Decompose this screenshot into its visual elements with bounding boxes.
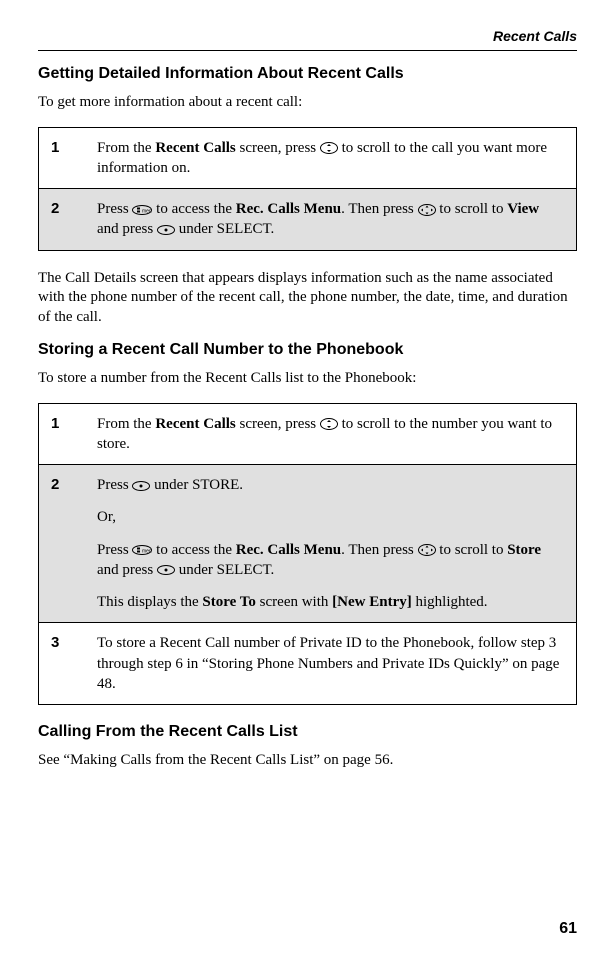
step-text: To store a Recent Call number of Private…: [85, 623, 577, 705]
dot-icon: [157, 225, 175, 235]
table-row: 3 To store a Recent Call number of Priva…: [39, 623, 577, 705]
nav-icon: [418, 204, 436, 216]
running-header: Recent Calls: [38, 28, 577, 44]
step-number: 1: [39, 127, 86, 189]
step-number: 2: [39, 465, 86, 623]
step-text: Press to access the Rec. Calls Menu. The…: [85, 189, 577, 251]
step-text: From the Recent Calls screen, press to s…: [85, 403, 577, 465]
menu-icon: [132, 205, 152, 215]
step-number: 1: [39, 403, 86, 465]
steps-table-2: 1 From the Recent Calls screen, press to…: [38, 403, 577, 706]
scroll-icon: [320, 142, 338, 154]
section-3-body: See “Making Calls from the Recent Calls …: [38, 751, 577, 771]
page: Recent Calls Getting Detailed Informatio…: [0, 0, 615, 771]
section-intro-2: To store a number from the Recent Calls …: [38, 369, 577, 389]
header-rule: [38, 50, 577, 51]
page-number: 61: [559, 920, 577, 938]
section-heading-1: Getting Detailed Information About Recen…: [38, 65, 577, 83]
step-text: Press under STORE. Or, Press to access t…: [85, 465, 577, 623]
section-heading-3: Calling From the Recent Calls List: [38, 723, 577, 741]
section-intro-1: To get more information about a recent c…: [38, 93, 577, 113]
steps-table-1: 1 From the Recent Calls screen, press to…: [38, 127, 577, 251]
section-1-after: The Call Details screen that appears dis…: [38, 269, 577, 328]
dot-icon: [157, 565, 175, 575]
scroll-icon: [320, 418, 338, 430]
menu-icon: [132, 545, 152, 555]
table-row: 2 Press to access the Rec. Calls Menu. T…: [39, 189, 577, 251]
nav-icon: [418, 544, 436, 556]
table-row: 2 Press under STORE. Or, Press to access…: [39, 465, 577, 623]
table-row: 1 From the Recent Calls screen, press to…: [39, 403, 577, 465]
dot-icon: [132, 481, 150, 491]
step-text: From the Recent Calls screen, press to s…: [85, 127, 577, 189]
step-number: 3: [39, 623, 86, 705]
table-row: 1 From the Recent Calls screen, press to…: [39, 127, 577, 189]
step-number: 2: [39, 189, 86, 251]
section-heading-2: Storing a Recent Call Number to the Phon…: [38, 341, 577, 359]
